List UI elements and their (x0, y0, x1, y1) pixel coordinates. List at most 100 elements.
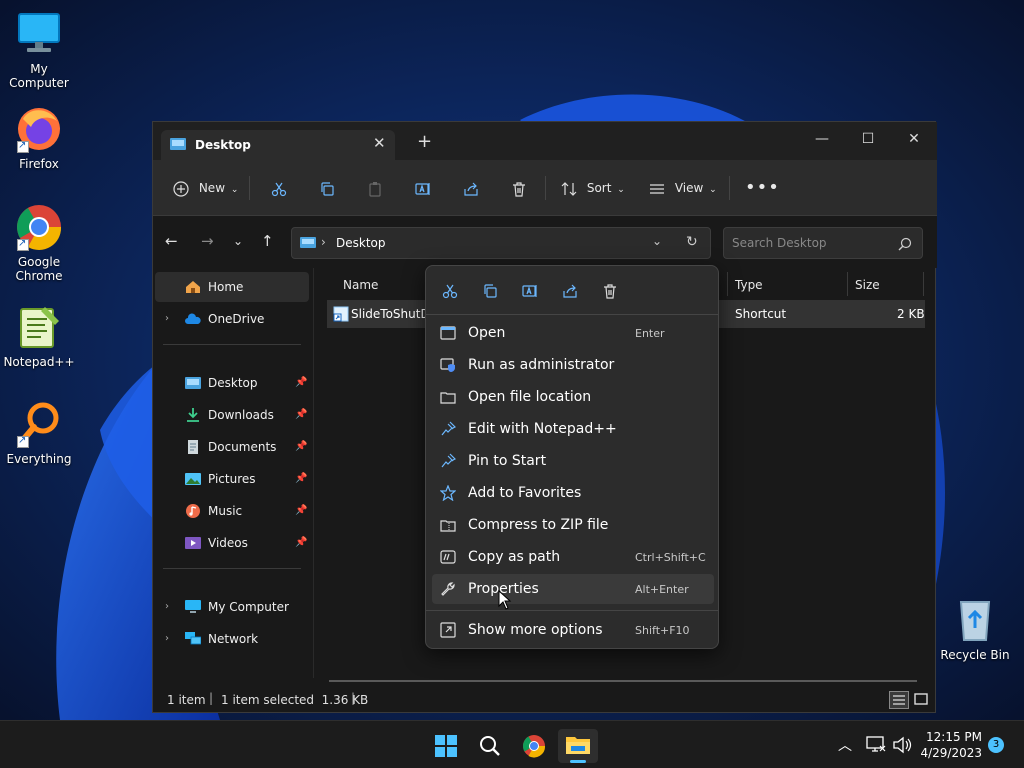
desktop-icon-everything[interactable]: Everything (0, 400, 78, 466)
delete-button[interactable] (511, 174, 527, 202)
nav-item-desktop[interactable]: Desktop 📌 (155, 368, 309, 398)
trash-icon (513, 181, 525, 197)
search-box[interactable] (723, 227, 923, 259)
column-header-name[interactable]: Name (343, 278, 378, 292)
menu-item-show-more-options[interactable]: Show more options Shift+F10 (432, 615, 714, 645)
desktop-icon-notepadpp[interactable]: Notepad++ (0, 303, 78, 369)
desktop-icon-chrome[interactable]: Google Chrome (0, 203, 78, 283)
nav-item-home[interactable]: Home (155, 272, 309, 302)
recycle-bin-icon (951, 596, 999, 644)
desktop-folder-icon (185, 377, 201, 389)
nav-item-label: My Computer (208, 600, 289, 614)
chevron-right-icon[interactable]: › (165, 592, 169, 622)
nav-item-network[interactable]: › Network (155, 624, 309, 654)
nav-item-my-computer[interactable]: › My Computer (155, 592, 309, 622)
up-arrow-icon[interactable]: ↑ (261, 232, 274, 250)
cut-button[interactable] (271, 174, 287, 202)
context-share-button[interactable] (556, 279, 584, 303)
share-icon (464, 182, 478, 196)
menu-item-copy-as-path[interactable]: Copy as path Ctrl+Shift+C (432, 542, 714, 572)
back-arrow-icon[interactable]: ← (165, 232, 178, 250)
nav-divider (163, 568, 301, 569)
show-hidden-icons-chevron-icon[interactable]: ︿ (838, 735, 852, 755)
pin-icon: 📌 (295, 505, 308, 516)
volume-icon[interactable] (892, 736, 912, 754)
pane-splitter[interactable] (313, 268, 314, 678)
menu-item-compress-zip[interactable]: Compress to ZIP file (432, 510, 714, 540)
details-view-icon (893, 695, 905, 705)
monitor-icon (15, 10, 63, 58)
column-divider[interactable] (727, 272, 728, 296)
clock-time: 12:15 PM (926, 730, 982, 744)
context-cut-button[interactable] (436, 279, 464, 303)
new-tab-button[interactable]: + (417, 133, 432, 151)
forward-arrow-icon[interactable]: → (201, 232, 214, 250)
rename-button[interactable] (415, 174, 431, 202)
details-view-toggle[interactable] (889, 691, 909, 709)
chevron-right-icon[interactable]: › (165, 304, 169, 334)
minimize-button[interactable]: — (799, 126, 845, 154)
desktop-icon-my-computer[interactable]: My Computer (0, 10, 78, 90)
context-copy-button[interactable] (476, 279, 504, 303)
column-header-type[interactable]: Type (735, 278, 763, 292)
view-button[interactable]: View ⌄ (649, 174, 717, 202)
nav-item-onedrive[interactable]: › OneDrive (155, 304, 309, 334)
tiles-view-icon (914, 693, 928, 705)
context-rename-button[interactable] (516, 279, 544, 303)
taskbar-chrome-button[interactable] (514, 729, 554, 763)
column-header-size[interactable]: Size (855, 278, 880, 292)
share-button[interactable] (463, 174, 479, 202)
nav-item-videos[interactable]: Videos 📌 (155, 528, 309, 558)
refresh-icon[interactable]: ↻ (686, 234, 698, 250)
tab-title: Desktop (195, 138, 251, 152)
nav-item-label: Desktop (208, 376, 258, 390)
menu-item-label: Run as administrator (468, 357, 615, 373)
address-row: ← → ⌄ ↑ › Desktop ⌄ ↻ (153, 216, 937, 268)
desktop-icon-firefox[interactable]: Firefox (0, 105, 78, 171)
desktop-icon-recycle-bin[interactable]: Recycle Bin (936, 596, 1014, 662)
more-options-button[interactable]: ••• (745, 174, 780, 202)
column-divider[interactable] (847, 272, 848, 296)
address-bar[interactable]: › Desktop ⌄ ↻ (291, 227, 711, 259)
menu-item-add-to-favorites[interactable]: Add to Favorites (432, 478, 714, 508)
maximize-button[interactable]: ☐ (845, 126, 891, 154)
nav-item-downloads[interactable]: Downloads 📌 (155, 400, 309, 430)
start-button[interactable] (426, 729, 466, 763)
new-button[interactable]: New ⌄ (173, 174, 238, 202)
nav-item-music[interactable]: Music 📌 (155, 496, 309, 526)
menu-item-edit-with-notepadpp[interactable]: Edit with Notepad++ (432, 414, 714, 444)
copy-button[interactable] (319, 174, 335, 202)
context-delete-button[interactable] (596, 279, 624, 303)
menu-item-open-file-location[interactable]: Open file location (432, 382, 714, 412)
network-status-icon[interactable] (866, 736, 886, 754)
close-window-button[interactable]: ✕ (891, 126, 937, 154)
taskbar-file-explorer-button[interactable] (558, 729, 598, 763)
plus-circle-icon (173, 180, 189, 197)
menu-item-label: Pin to Start (468, 453, 547, 469)
tab-desktop[interactable]: Desktop ✕ (161, 130, 395, 160)
menu-item-open[interactable]: Open Enter (432, 318, 714, 348)
system-clock[interactable]: 12:15 PM 4/29/2023 (918, 729, 982, 761)
search-input[interactable] (732, 234, 892, 252)
breadcrumb[interactable]: Desktop (336, 236, 386, 250)
address-dropdown-icon[interactable]: ⌄ (652, 234, 662, 248)
network-icon (185, 632, 201, 645)
chevron-right-icon[interactable]: › (165, 624, 169, 654)
menu-item-properties[interactable]: Properties Alt+Enter (432, 574, 714, 604)
menu-item-run-as-admin[interactable]: Run as administrator (432, 350, 714, 380)
notification-badge[interactable]: 3 (988, 737, 1004, 753)
status-divider: | (351, 691, 356, 705)
close-tab-icon[interactable]: ✕ (373, 134, 386, 152)
paste-button[interactable] (367, 174, 383, 202)
tiles-view-toggle[interactable] (913, 691, 931, 709)
nav-item-pictures[interactable]: Pictures 📌 (155, 464, 309, 494)
status-item-count: 1 item (167, 693, 206, 707)
taskbar-search-button[interactable] (470, 729, 510, 763)
horizontal-scrollbar[interactable] (329, 680, 917, 682)
sort-button[interactable]: Sort ⌄ (561, 174, 625, 202)
nav-item-documents[interactable]: Documents 📌 (155, 432, 309, 462)
menu-item-pin-to-start[interactable]: Pin to Start (432, 446, 714, 476)
recent-locations-chevron-icon[interactable]: ⌄ (233, 234, 243, 248)
chevron-down-icon: ⌄ (709, 185, 717, 195)
column-divider[interactable] (923, 272, 924, 296)
